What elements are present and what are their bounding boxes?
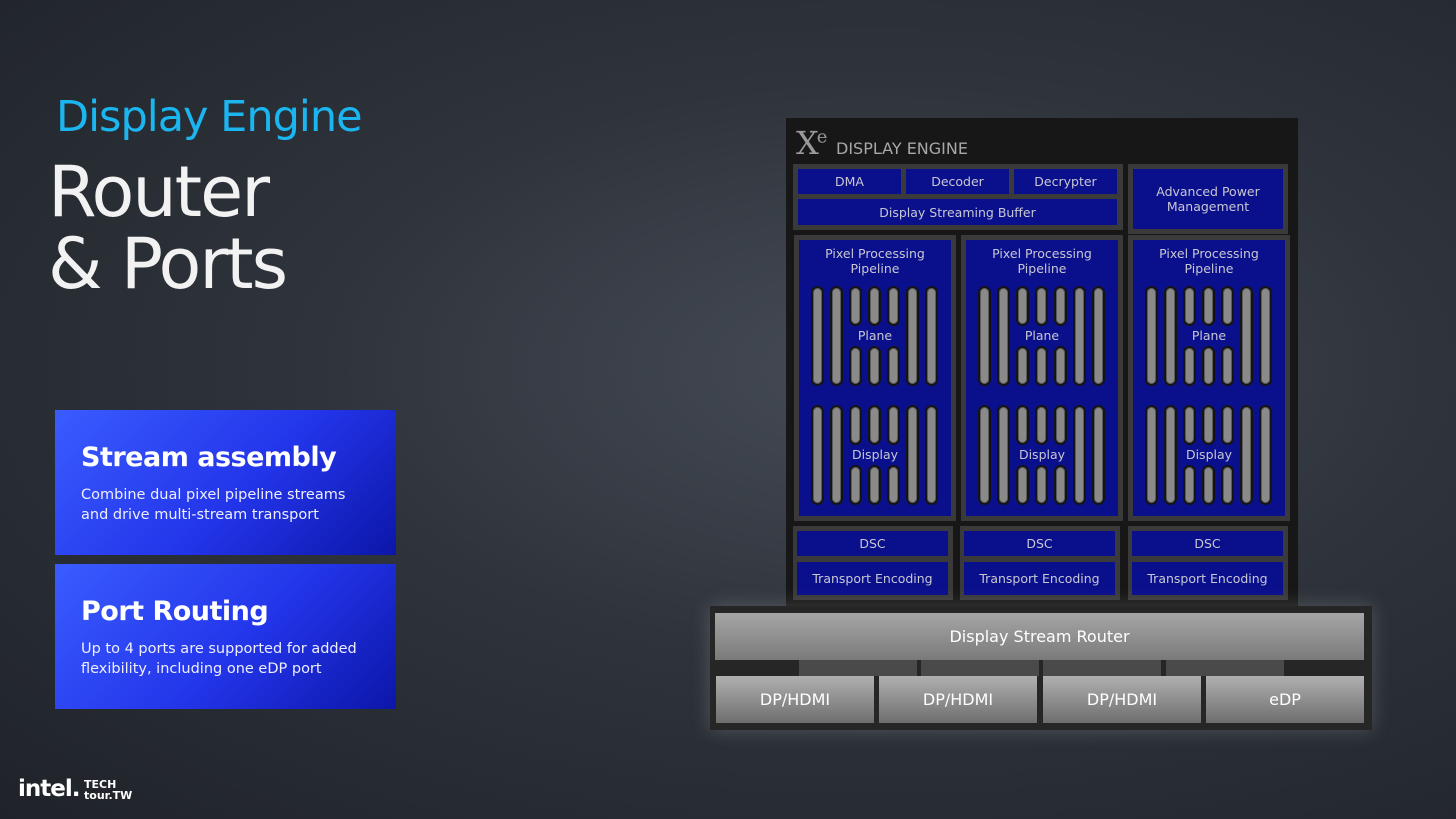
- plane-label: Plane: [1024, 328, 1060, 343]
- port-edp: eDP: [1206, 676, 1364, 723]
- xe-logo-x: X: [796, 124, 819, 162]
- pipeline-bar: [868, 405, 881, 445]
- pipeline-bar: [1183, 286, 1196, 326]
- pipeline-bar: [1202, 346, 1215, 386]
- pipeline-bar: [1016, 346, 1029, 386]
- router-connector: [1166, 660, 1284, 676]
- power-management-block: Advanced Power Management: [1133, 169, 1283, 229]
- pipeline-title: Pixel Processing Pipeline: [992, 246, 1092, 276]
- pipeline-bar: [1054, 465, 1067, 505]
- pipeline-bar: [1016, 405, 1029, 445]
- router-connector: [921, 660, 1039, 676]
- dsc-block-1: DSC: [797, 531, 948, 556]
- pipeline-bar: [1183, 405, 1196, 445]
- decoder-block: Decoder: [906, 169, 1009, 194]
- display-label: Display: [1185, 447, 1233, 462]
- dma-block: DMA: [798, 169, 901, 194]
- pipeline-bar: [1183, 465, 1196, 505]
- pipeline-bar: [1035, 465, 1048, 505]
- pipeline-bar: [887, 346, 900, 386]
- pipeline-bar: [1183, 346, 1196, 386]
- slide-kicker: Display Engine: [56, 92, 363, 142]
- port-dp-hdmi-1: DP/HDMI: [716, 676, 874, 723]
- pipeline-bar: [868, 465, 881, 505]
- pipeline-bar: [887, 405, 900, 445]
- pipeline-bar: [849, 286, 862, 326]
- pipeline-bar: [1054, 286, 1067, 326]
- pipeline-bar: [887, 286, 900, 326]
- pipeline-title: Pixel Processing Pipeline: [825, 246, 925, 276]
- pipeline-bar: [1016, 286, 1029, 326]
- pipeline-bar: [887, 465, 900, 505]
- dsc-block-3: DSC: [1132, 531, 1283, 556]
- pipeline-bar: [868, 286, 881, 326]
- pipeline-bar: [868, 346, 881, 386]
- tech-tour-line-2: tour.TW: [84, 789, 133, 802]
- pipeline-block: Pixel Processing Pipeline Plane Display: [1133, 240, 1285, 516]
- pipeline-bar: [849, 346, 862, 386]
- router-connector: [799, 660, 917, 676]
- pipeline-bar: [1035, 346, 1048, 386]
- streaming-buffer-block: Display Streaming Buffer: [798, 199, 1117, 225]
- pipeline-bar: [1035, 286, 1048, 326]
- card-title: Stream assembly: [81, 442, 337, 473]
- pipeline-bar: [1202, 286, 1215, 326]
- intel-logo: intel.: [18, 776, 80, 802]
- pipeline-bar: [1202, 405, 1215, 445]
- tech-tour-logo: TECH tour.TW: [84, 779, 132, 801]
- pipeline-bar: [849, 465, 862, 505]
- headline-line-2: & Ports: [48, 223, 288, 305]
- card-text: Combine dual pixel pipeline streams and …: [81, 487, 346, 523]
- pipeline-block: Pixel Processing Pipeline Plane Display: [966, 240, 1118, 516]
- pipeline-bar: [1054, 405, 1067, 445]
- plane-label: Plane: [1191, 328, 1227, 343]
- display-label: Display: [851, 447, 899, 462]
- pipeline-bar: [1221, 286, 1234, 326]
- transport-block-1: Transport Encoding: [797, 562, 948, 595]
- engine-title: DISPLAY ENGINE: [836, 139, 968, 158]
- pipeline-bar: [849, 405, 862, 445]
- pipeline-bar: [1221, 405, 1234, 445]
- display-label: Display: [1018, 447, 1066, 462]
- plane-label: Plane: [857, 328, 893, 343]
- xe-logo-e: e: [816, 126, 828, 148]
- transport-block-2: Transport Encoding: [964, 562, 1115, 595]
- pipeline-bar: [1016, 465, 1029, 505]
- xe-logo: Xe: [796, 124, 828, 162]
- pipeline-bar: [1035, 405, 1048, 445]
- transport-block-3: Transport Encoding: [1132, 562, 1283, 595]
- router-connector: [1043, 660, 1161, 676]
- card-port-routing: Port Routing Up to 4 ports are supported…: [55, 564, 396, 709]
- card-text: Up to 4 ports are supported for added fl…: [81, 641, 357, 677]
- display-stream-router: Display Stream Router: [715, 613, 1364, 660]
- slide-headline: Router & Ports: [48, 151, 288, 305]
- pipeline-bar: [1202, 465, 1215, 505]
- card-title: Port Routing: [81, 596, 269, 627]
- pipeline-bar: [1221, 465, 1234, 505]
- card-stream-assembly: Stream assembly Combine dual pixel pipel…: [55, 410, 396, 555]
- pipeline-bar: [1054, 346, 1067, 386]
- headline-line-1: Router: [48, 151, 270, 233]
- dsc-block-2: DSC: [964, 531, 1115, 556]
- port-dp-hdmi-3: DP/HDMI: [1043, 676, 1201, 723]
- port-dp-hdmi-2: DP/HDMI: [879, 676, 1037, 723]
- pipeline-title: Pixel Processing Pipeline: [1159, 246, 1259, 276]
- pipeline-block: Pixel Processing Pipeline Plane Display: [799, 240, 951, 516]
- pipeline-bar: [1221, 346, 1234, 386]
- decrypter-block: Decrypter: [1014, 169, 1117, 194]
